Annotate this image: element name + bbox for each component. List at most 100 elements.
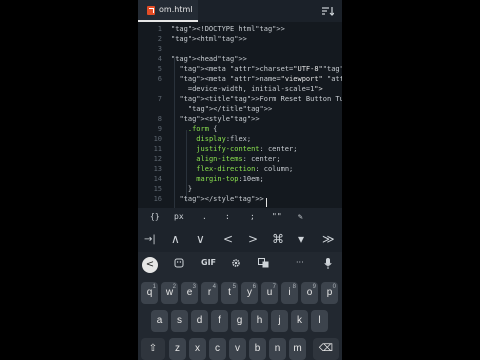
arrow-right-key[interactable]: > [248, 232, 258, 246]
symbol-quotes[interactable]: "" [272, 212, 282, 221]
phone-screen: om.html 1 "tag"><!DOCTYPE html"tag">> 2 "ta… [138, 0, 342, 360]
backspace-key[interactable]: ⌫ [313, 338, 339, 360]
code-line[interactable]: 4 "tag"><head"tag">> [138, 54, 342, 64]
key-g[interactable]: g [231, 310, 248, 332]
line-number: 6 [157, 75, 162, 83]
microphone-icon[interactable] [324, 258, 332, 269]
key-m[interactable]: m [289, 338, 306, 360]
key-number-hint: 4 [212, 284, 216, 290]
code-line[interactable]: 1 "tag"><!DOCTYPE html"tag">> [138, 24, 342, 34]
key-x[interactable]: x [189, 338, 206, 360]
code-text: } [171, 185, 193, 193]
code-line[interactable]: 15 } [138, 184, 342, 194]
line-number: 4 [157, 55, 162, 63]
key-s[interactable]: s [171, 310, 188, 332]
arrow-down-key[interactable]: ∨ [196, 232, 205, 246]
line-number: 15 [153, 185, 162, 193]
key-l[interactable]: l [311, 310, 328, 332]
symbol-semicolon[interactable]: ; [250, 212, 255, 221]
code-line[interactable]: 11 justify-content: center; [138, 144, 342, 154]
code-line[interactable]: =device-width, initial-scale=1"> [138, 84, 342, 94]
code-line[interactable]: 2 "tag"><html"tag">> [138, 34, 342, 44]
gif-button[interactable]: GIF [201, 258, 216, 267]
key-c[interactable]: c [209, 338, 226, 360]
key-q[interactable]: q1 [141, 282, 158, 304]
code-line[interactable]: 8 "tag"><style"tag">> [138, 114, 342, 124]
key-v[interactable]: v [229, 338, 246, 360]
key-d[interactable]: d [191, 310, 208, 332]
line-number: 3 [157, 45, 162, 53]
code-text: "tag"><html"tag">> [171, 35, 247, 43]
symbol-braces[interactable]: {} [150, 212, 160, 221]
more-icon[interactable]: ··· [296, 258, 304, 267]
key-r[interactable]: r4 [201, 282, 218, 304]
symbol-bar: {} px . : ; "" ✎ [138, 208, 342, 228]
code-text: "tag"><title"tag">>Form Reset Button Tut… [179, 95, 342, 103]
back-icon[interactable]: < [142, 257, 158, 273]
key-number-hint: 5 [232, 284, 236, 290]
tab-key[interactable]: →| [144, 234, 156, 245]
code-line[interactable]: 9 .form { [138, 124, 342, 134]
file-tab[interactable]: om.html [138, 0, 198, 22]
code-line[interactable]: 16 "tag"></style"tag">> [138, 194, 342, 204]
text-cursor [266, 198, 267, 207]
dropdown-key[interactable]: ▾ [298, 232, 304, 246]
key-k[interactable]: k [291, 310, 308, 332]
symbol-dot[interactable]: . [202, 212, 207, 221]
key-j[interactable]: j [271, 310, 288, 332]
symbol-colon[interactable]: : [225, 212, 230, 221]
edit-symbol-icon[interactable]: ✎ [298, 212, 303, 221]
shift-key[interactable]: ⇧ [141, 338, 165, 360]
code-line[interactable]: 14 margin-top:10em; [138, 174, 342, 184]
key-z[interactable]: z [169, 338, 186, 360]
code-line[interactable]: 5 "tag"><meta "attr">charset="UTF-8""tag… [138, 64, 342, 74]
translate-icon[interactable] [258, 258, 269, 268]
key-o[interactable]: o9 [301, 282, 318, 304]
code-text: display:flex; [196, 135, 252, 143]
code-text: .form { [187, 125, 218, 133]
line-number: 16 [153, 195, 162, 203]
key-n[interactable]: n [269, 338, 286, 360]
code-text: "tag"><meta "attr">charset="UTF-8""tag">… [179, 65, 342, 73]
key-i[interactable]: i8 [281, 282, 298, 304]
line-number: 13 [153, 165, 162, 173]
key-number-hint: 2 [172, 284, 176, 290]
key-number-hint: 6 [252, 284, 256, 290]
code-line[interactable]: 3 [138, 44, 342, 54]
key-number-hint: 7 [272, 284, 276, 290]
key-w[interactable]: w2 [161, 282, 178, 304]
key-number-hint: 8 [292, 284, 296, 290]
key-u[interactable]: u7 [261, 282, 278, 304]
code-line[interactable]: 7 "tag"><title"tag">>Form Reset Button T… [138, 94, 342, 104]
code-line[interactable]: 13 flex-direction: column; [138, 164, 342, 174]
code-line[interactable]: "tag"></title"tag">> [138, 104, 342, 114]
key-f[interactable]: f [211, 310, 228, 332]
arrow-up-key[interactable]: ∧ [171, 232, 180, 246]
command-key[interactable]: ⌘ [272, 232, 284, 246]
settings-gear-icon[interactable] [231, 258, 241, 268]
key-number-hint: 9 [312, 284, 316, 290]
code-text: align-items: center; [196, 155, 281, 163]
code-text: margin-top:10em; [196, 175, 264, 183]
sticker-icon[interactable] [174, 258, 184, 268]
key-h[interactable]: h [251, 310, 268, 332]
line-number: 11 [153, 145, 162, 153]
code-line[interactable]: 12 align-items: center; [138, 154, 342, 164]
key-t[interactable]: t5 [221, 282, 238, 304]
arrow-left-key[interactable]: < [223, 232, 233, 246]
key-e[interactable]: e3 [181, 282, 198, 304]
sort-lines-icon[interactable] [322, 6, 334, 16]
skip-key[interactable]: ≫ [322, 232, 335, 246]
symbol-px[interactable]: px [174, 212, 184, 221]
line-number: 5 [157, 65, 162, 73]
key-number-hint: 3 [192, 284, 196, 290]
key-y[interactable]: y6 [241, 282, 258, 304]
line-number: 12 [153, 155, 162, 163]
code-line[interactable]: 10 display:flex; [138, 134, 342, 144]
key-p[interactable]: p0 [321, 282, 338, 304]
key-a[interactable]: a [151, 310, 168, 332]
code-editor[interactable]: 1 "tag"><!DOCTYPE html"tag">> 2 "tag"><html… [138, 22, 342, 218]
html5-icon [147, 6, 155, 15]
code-line[interactable]: 6 "tag"><meta "attr">name="viewport" "at… [138, 74, 342, 84]
key-b[interactable]: b [249, 338, 266, 360]
